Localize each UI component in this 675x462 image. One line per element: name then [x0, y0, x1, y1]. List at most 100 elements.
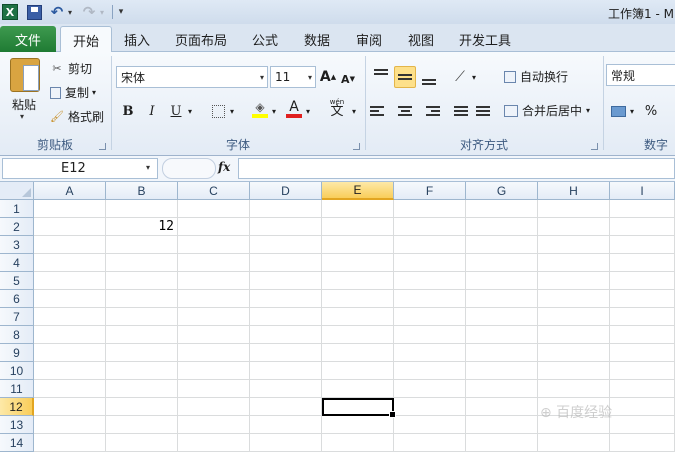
grid-cell[interactable] — [538, 200, 610, 218]
tab-view[interactable]: 视图 — [400, 26, 442, 52]
grid-cell[interactable] — [466, 362, 538, 380]
copy-button[interactable]: 复制 ▾ — [50, 84, 96, 101]
grid-cell[interactable] — [394, 308, 466, 326]
grid-cell[interactable] — [610, 308, 675, 326]
align-center-button[interactable] — [394, 100, 416, 122]
font-size-combo[interactable]: 11 ▾ — [270, 66, 316, 88]
grid-cell[interactable] — [178, 272, 250, 290]
font-launcher-icon[interactable] — [353, 143, 360, 150]
grid-cell[interactable] — [610, 200, 675, 218]
grid-cell[interactable] — [394, 326, 466, 344]
grid-cell[interactable] — [178, 344, 250, 362]
grid-cell[interactable] — [466, 254, 538, 272]
grid-cell[interactable] — [322, 362, 394, 380]
row-header-9[interactable]: 9 — [0, 344, 34, 362]
grid-cell[interactable] — [322, 344, 394, 362]
grid-cell[interactable] — [538, 290, 610, 308]
grid-cell[interactable] — [34, 362, 106, 380]
select-all-button[interactable] — [0, 182, 34, 200]
tab-formulas[interactable]: 公式 — [244, 26, 286, 52]
grid-cell[interactable] — [250, 308, 322, 326]
align-top-button[interactable] — [370, 66, 392, 88]
orientation-icon[interactable]: ⟋ — [450, 66, 470, 88]
row-header-10[interactable]: 10 — [0, 362, 34, 380]
column-header-e[interactable]: E — [322, 182, 394, 200]
grid-cell[interactable] — [538, 326, 610, 344]
column-header-h[interactable]: H — [538, 182, 610, 200]
grid-cell[interactable] — [466, 434, 538, 452]
grid-cell[interactable] — [610, 254, 675, 272]
grid-cell[interactable] — [250, 380, 322, 398]
align-left-button[interactable] — [370, 100, 392, 122]
row-header-1[interactable]: 1 — [0, 200, 34, 218]
number-format-combo[interactable]: 常规 — [606, 64, 675, 86]
grid-cell[interactable] — [466, 236, 538, 254]
grid-cell[interactable]: 12 — [106, 218, 178, 236]
underline-button[interactable]: U — [166, 100, 186, 122]
tab-review[interactable]: 审阅 — [348, 26, 390, 52]
grid-cell[interactable] — [610, 236, 675, 254]
grid-cell[interactable] — [34, 434, 106, 452]
grid-cell[interactable] — [34, 218, 106, 236]
phonetic-dropdown-icon[interactable]: ▾ — [350, 100, 358, 122]
grid-cell[interactable] — [106, 344, 178, 362]
column-header-a[interactable]: A — [34, 182, 106, 200]
grid-cell[interactable] — [394, 344, 466, 362]
grid-cell[interactable] — [178, 416, 250, 434]
grid-cell[interactable] — [466, 398, 538, 416]
grid-cell[interactable] — [610, 416, 675, 434]
paste-button[interactable]: 粘贴 — [12, 96, 36, 113]
grid-cell[interactable] — [610, 218, 675, 236]
increase-indent-button[interactable] — [472, 100, 494, 122]
column-header-f[interactable]: F — [394, 182, 466, 200]
column-header-i[interactable]: I — [610, 182, 675, 200]
grid-cell[interactable] — [178, 434, 250, 452]
tab-page-layout[interactable]: 页面布局 — [168, 26, 234, 52]
grid-cell[interactable] — [178, 380, 250, 398]
grid-cell[interactable] — [466, 200, 538, 218]
grow-font-button[interactable]: A ▲ — [320, 66, 336, 88]
grid-cell[interactable] — [466, 290, 538, 308]
grid-cell[interactable] — [538, 308, 610, 326]
fill-color-dropdown-icon[interactable]: ▾ — [270, 100, 278, 122]
row-header-6[interactable]: 6 — [0, 290, 34, 308]
align-right-button[interactable] — [418, 100, 440, 122]
shrink-font-button[interactable]: A ▼ — [340, 68, 356, 90]
grid-cell[interactable] — [178, 200, 250, 218]
merge-center-button[interactable]: 合并后居中 ▾ — [504, 102, 590, 119]
grid-cell[interactable] — [178, 308, 250, 326]
grid-cell[interactable] — [610, 290, 675, 308]
row-header-2[interactable]: 2 — [0, 218, 34, 236]
grid-cell[interactable] — [178, 362, 250, 380]
grid-cell[interactable] — [538, 218, 610, 236]
grid-cell[interactable] — [466, 308, 538, 326]
grid-cell[interactable] — [394, 218, 466, 236]
row-header-3[interactable]: 3 — [0, 236, 34, 254]
grid-cell[interactable] — [538, 380, 610, 398]
grid-cell[interactable] — [322, 218, 394, 236]
grid-cell[interactable] — [538, 362, 610, 380]
grid-cell[interactable] — [322, 380, 394, 398]
row-header-13[interactable]: 13 — [0, 416, 34, 434]
redo-dropdown-icon[interactable]: ▾ — [98, 3, 106, 21]
grid-cell[interactable] — [106, 326, 178, 344]
row-header-14[interactable]: 14 — [0, 434, 34, 452]
grid-cell[interactable] — [322, 416, 394, 434]
excel-logo-icon[interactable]: X — [2, 4, 18, 20]
font-color-dropdown-icon[interactable]: ▾ — [304, 100, 312, 122]
grid-cell[interactable] — [394, 200, 466, 218]
grid-cell[interactable] — [250, 344, 322, 362]
grid-cell[interactable] — [106, 434, 178, 452]
grid-cell[interactable] — [610, 272, 675, 290]
grid-cell[interactable] — [466, 272, 538, 290]
column-header-d[interactable]: D — [250, 182, 322, 200]
grid-cell[interactable] — [394, 254, 466, 272]
chevron-down-icon[interactable]: ▾ — [260, 73, 264, 82]
grid-cell[interactable] — [34, 398, 106, 416]
grid-cell[interactable] — [322, 272, 394, 290]
grid-cell[interactable] — [250, 290, 322, 308]
name-box-dropdown-icon[interactable]: ▾ — [146, 163, 150, 172]
underline-dropdown-icon[interactable]: ▾ — [186, 100, 194, 122]
row-header-5[interactable]: 5 — [0, 272, 34, 290]
formula-input[interactable] — [238, 158, 675, 179]
